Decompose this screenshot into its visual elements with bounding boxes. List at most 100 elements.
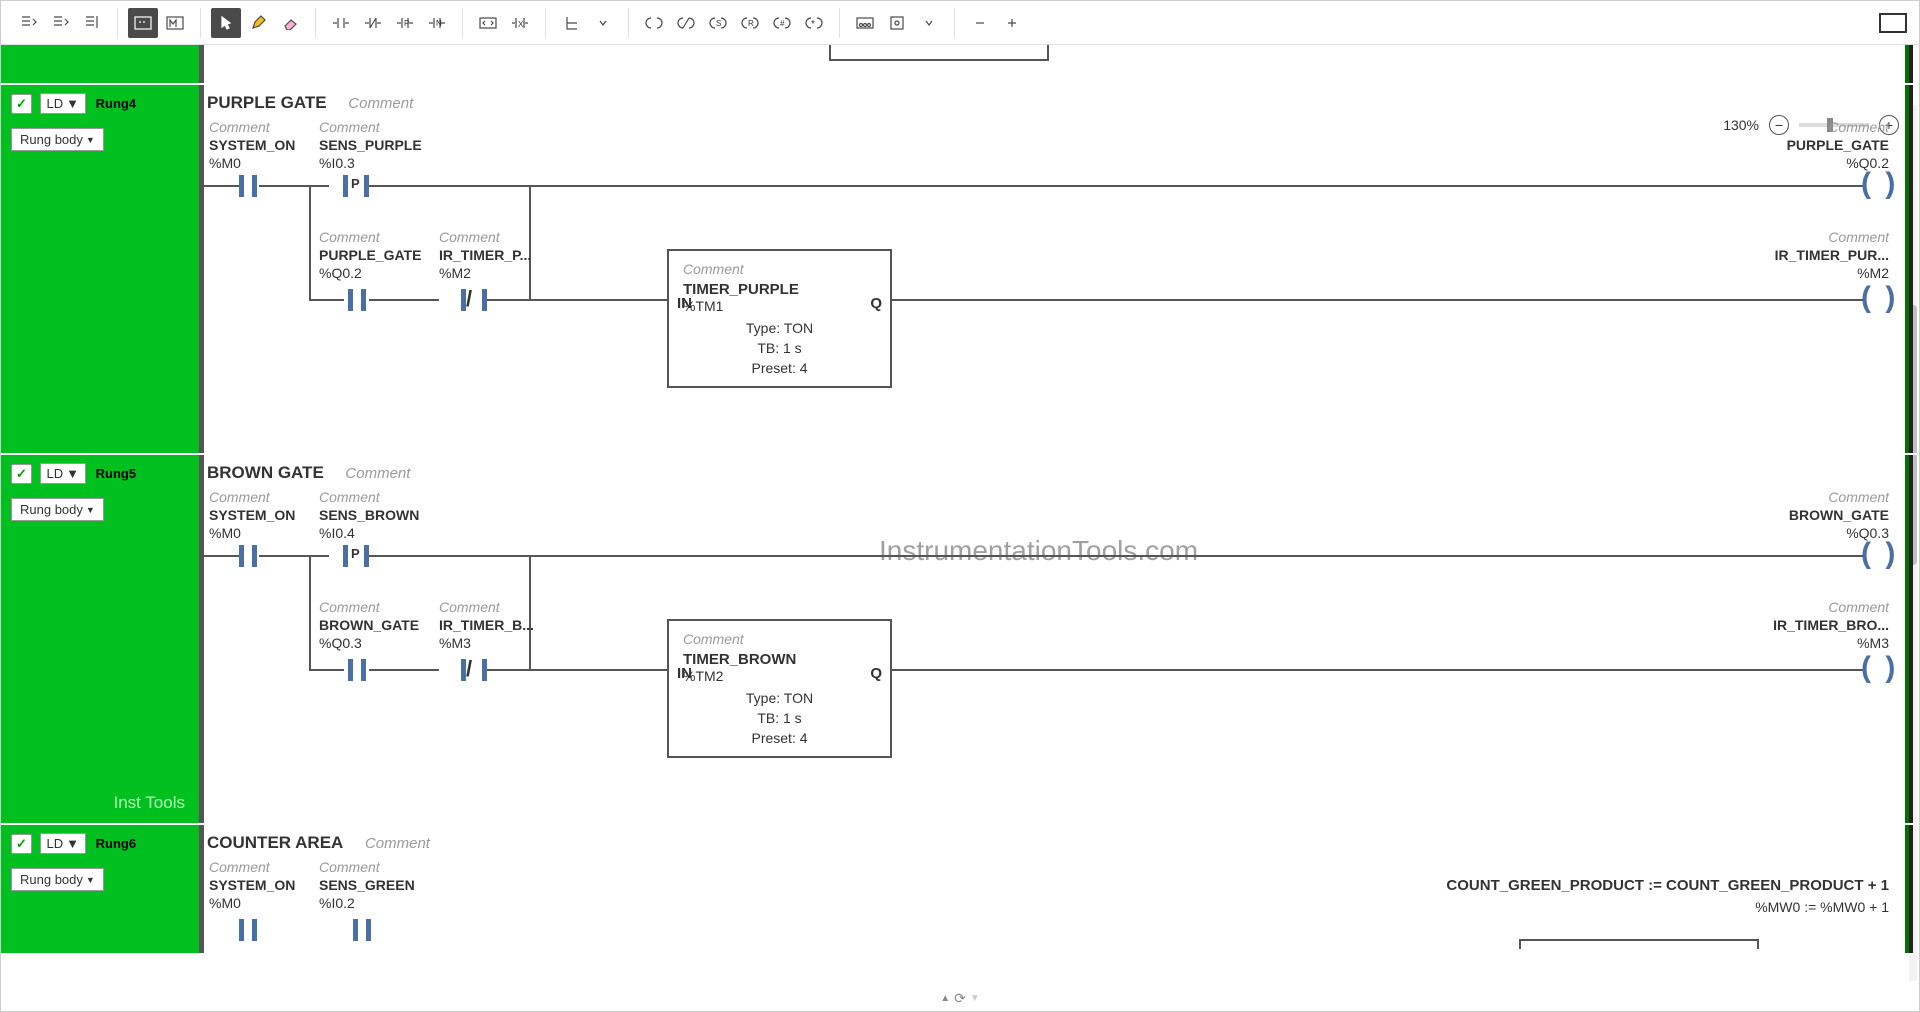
contact2-name: SENS_BROWN (319, 507, 419, 523)
eraser-button[interactable] (275, 8, 305, 38)
contact-p-icon[interactable]: P (341, 543, 371, 569)
collapse-down-icon[interactable]: ▼ (970, 993, 980, 1004)
operate-block-button[interactable] (850, 8, 880, 38)
pencil-button[interactable] (243, 8, 273, 38)
plus-button[interactable] (997, 8, 1027, 38)
rung6-body-selector[interactable]: Rung body▼ (11, 868, 104, 891)
coil-icon[interactable]: ( ) (1861, 281, 1901, 311)
footer-controls: ▲ ⟳ ▼ (940, 990, 980, 1007)
coil-star-button[interactable]: * (799, 8, 829, 38)
contact-no-icon[interactable] (235, 173, 261, 199)
op-line: COUNT_GREEN_PRODUCT := COUNT_GREEN_PRODU… (1446, 877, 1889, 894)
insert-before-button[interactable] (13, 8, 43, 38)
collapse-up-icon[interactable]: ▲ (940, 993, 950, 1004)
timer-tb: TB: 1 s (683, 340, 876, 356)
rung5-check[interactable]: ✓ (11, 464, 32, 484)
pointer-button[interactable] (211, 8, 241, 38)
comment-label: Comment (1828, 599, 1889, 615)
timer-preset: Preset: 4 (683, 730, 876, 746)
coil-hash-button[interactable]: # (767, 8, 797, 38)
coil-icon[interactable]: ( ) (1861, 537, 1901, 567)
contact-nc-button[interactable] (358, 8, 388, 38)
rung-6: ✓ LD▼ Rung6 Rung body▼ COUNTER AREA Comm… (1, 825, 1919, 955)
rung6-ld-selector[interactable]: LD▼ (40, 833, 87, 854)
minus-button[interactable] (965, 8, 995, 38)
timer-type: Type: TON (683, 320, 876, 336)
contact2-name: SENS_PURPLE (319, 137, 422, 153)
coil-icon[interactable]: ( ) (1861, 651, 1901, 681)
rung6-sidebar: ✓ LD▼ Rung6 Rung body▼ (1, 825, 199, 953)
comment-block-button[interactable] (128, 8, 158, 38)
timer-name: TIMER_BROWN (683, 651, 876, 668)
contact-nc-icon[interactable]: / (459, 657, 489, 683)
insert-branch-button[interactable] (77, 8, 107, 38)
toolbar-group-compare: X (473, 8, 546, 38)
coil-nc-button[interactable] (671, 8, 701, 38)
comment-label: Comment (319, 599, 380, 615)
block-bottom-edge (829, 45, 1049, 61)
rung6-title: COUNTER AREA (199, 833, 343, 853)
maximize-icon[interactable] (1879, 13, 1907, 33)
contact3-name: BROWN_GATE (319, 617, 419, 633)
insert-after-button[interactable] (45, 8, 75, 38)
compare-button[interactable] (473, 8, 503, 38)
block-out: Q (870, 665, 882, 682)
rung5-body-selector[interactable]: Rung body▼ (11, 498, 104, 521)
coil-icon[interactable]: ( ) (1861, 167, 1901, 197)
timer-block[interactable]: IN Q Comment TIMER_BROWN %TM2 Type: TON … (667, 619, 892, 758)
fb-drop-button[interactable] (914, 8, 944, 38)
comment-label: Comment (319, 859, 380, 875)
rung6-check[interactable]: ✓ (11, 834, 32, 854)
rung-4: ✓ LD▼ Rung4 Rung body▼ PURPLE GATE Comme… (1, 85, 1919, 455)
contact-p-icon[interactable]: P (341, 173, 371, 199)
contact-no-icon[interactable] (235, 543, 261, 569)
contact3-name: PURPLE_GATE (319, 247, 421, 263)
contact-no-icon[interactable] (349, 917, 375, 943)
contact1-addr: %M0 (209, 155, 241, 171)
rung5-sidebar: ✓ LD▼ Rung5 Rung body▼ Inst Tools (1, 455, 199, 823)
comment-label: Comment (1828, 489, 1889, 505)
contact-p-button[interactable]: P (390, 8, 420, 38)
out1-name: BROWN_GATE (1789, 507, 1889, 523)
rung4-check[interactable]: ✓ (11, 94, 32, 114)
svg-text:#: # (780, 19, 785, 28)
refresh-icon[interactable]: ⟳ (954, 990, 966, 1007)
ladder-canvas[interactable]: ✓ LD▼ Rung4 Rung body▼ PURPLE GATE Comme… (1, 45, 1919, 1011)
comment-label: Comment (1828, 229, 1889, 245)
rung4-comment[interactable]: Comment (348, 95, 413, 112)
out2-addr: %M2 (1857, 265, 1889, 281)
rung5-ld-selector[interactable]: LD▼ (40, 463, 87, 484)
contact-no-icon[interactable] (344, 657, 370, 683)
rung5-name: Rung5 (96, 466, 136, 481)
compare-xor-button[interactable]: X (505, 8, 535, 38)
rung4-body-selector[interactable]: Rung body▼ (11, 128, 104, 151)
rung6-comment[interactable]: Comment (365, 835, 430, 852)
contact-no-button[interactable] (326, 8, 356, 38)
branch-drop-button[interactable] (588, 8, 618, 38)
timer-block[interactable]: IN Q Comment TIMER_PURPLE %TM1 Type: TON… (667, 249, 892, 388)
rung5-comment[interactable]: Comment (345, 465, 410, 482)
contact-nc-icon[interactable]: / (459, 287, 489, 313)
comment-label: Comment (209, 119, 270, 135)
comment-label: Comment (439, 229, 500, 245)
contact-no-icon[interactable] (235, 917, 261, 943)
coil-set-button[interactable]: S (703, 8, 733, 38)
contact-n-button[interactable]: N (422, 8, 452, 38)
toolbar-group-contact: P N (326, 8, 463, 38)
branch-open-button[interactable] (556, 8, 586, 38)
contact1-name: SYSTEM_ON (209, 507, 295, 523)
rung4-ld-selector[interactable]: LD▼ (40, 93, 87, 114)
svg-text:R: R (748, 19, 754, 28)
comment-label: Comment (1828, 119, 1889, 135)
coil-reset-button[interactable]: R (735, 8, 765, 38)
contact2-name: SENS_GREEN (319, 877, 415, 893)
contact1-addr: %M0 (209, 525, 241, 541)
contact2-addr: %I0.4 (319, 525, 355, 541)
op-block-top (1519, 939, 1759, 949)
coil-open-button[interactable] (639, 8, 669, 38)
contact-no-icon[interactable] (344, 287, 370, 313)
label-block-button[interactable] (160, 8, 190, 38)
block-in: IN (677, 295, 692, 312)
func-block-button[interactable] (882, 8, 912, 38)
contact4-addr: %M3 (439, 635, 471, 651)
